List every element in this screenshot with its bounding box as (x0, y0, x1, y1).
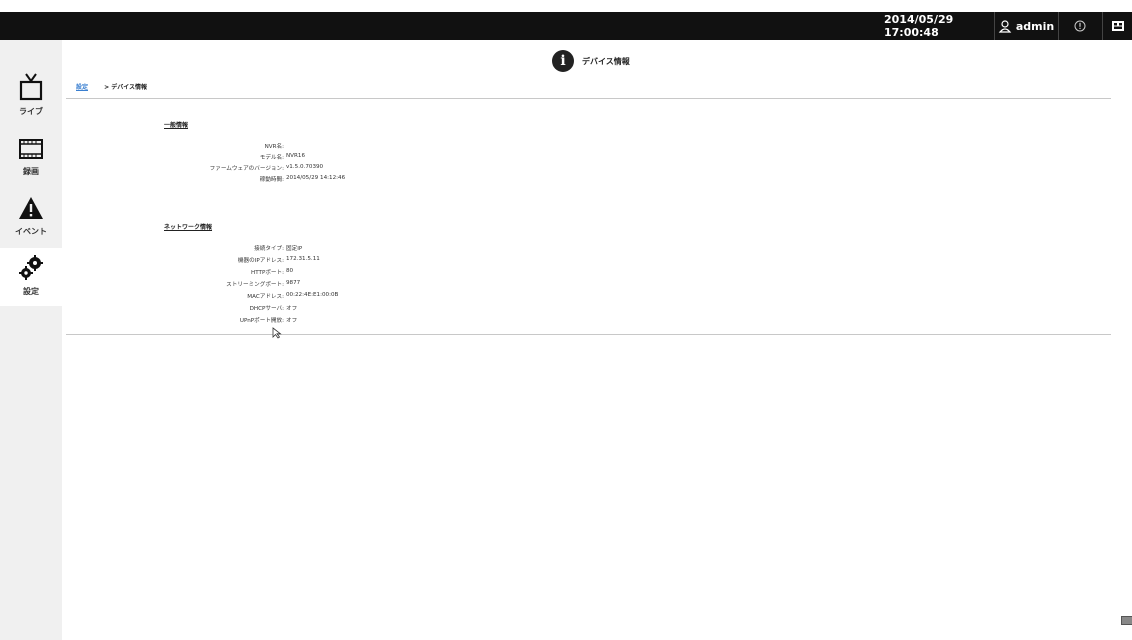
info-value: 00:22:4E:E1:00:0B (286, 292, 339, 298)
warning-icon (19, 197, 43, 219)
info-key: 稼動時間: (259, 177, 284, 183)
info-key: DHCPサーバ: (249, 306, 284, 312)
sidebar-item-label: ライブ (19, 107, 43, 116)
info-row: モデル名: NVR16 (120, 153, 305, 163)
info-key: ファームウェアのバージョン: (209, 166, 284, 172)
gears-icon (19, 255, 43, 280)
sidebar-item-label: イベント (15, 227, 47, 236)
sidebar-item-live[interactable]: ライブ (0, 68, 62, 126)
info-key: モデル名: (259, 155, 284, 161)
info-value: 固定IP (286, 246, 303, 252)
sidebar-item-label: 録画 (23, 167, 39, 176)
info-row: HTTPポート: 80 (120, 268, 293, 278)
info-value: 2014/05/29 14:12:46 (286, 175, 346, 181)
sidebar-item-label: 設定 (23, 287, 39, 296)
top-bar: 2014/05/29 17:00:48 admin (0, 12, 1132, 40)
info-key: HTTPポート: (251, 270, 284, 276)
user-icon (998, 20, 1012, 33)
breadcrumb-link-settings[interactable]: 設定 (76, 84, 88, 91)
top-margin (0, 0, 1132, 12)
info-row: UPnPポート開放: オフ (120, 316, 297, 326)
sidebar-item-event[interactable]: イベント (0, 188, 62, 246)
info-row: MACアドレス: 00:22:4E:E1:00:0B (120, 292, 338, 302)
info-value: オフ (286, 306, 298, 312)
info-row: 稼動時間: 2014/05/29 14:12:46 (120, 175, 345, 185)
info-value: 172.31.5.11 (286, 256, 320, 262)
info-key: MACアドレス: (247, 294, 284, 300)
alert-button[interactable] (1060, 12, 1100, 40)
info-row: 接続タイプ: 固定IP (120, 244, 302, 254)
mouse-cursor-icon (272, 327, 282, 339)
layout-button[interactable] (1104, 12, 1132, 40)
info-value: 80 (286, 268, 294, 274)
info-row: DHCPサーバ: オフ (120, 304, 298, 314)
divider (1102, 12, 1103, 40)
page-title-text: デバイス情報 (582, 56, 630, 66)
info-key: 機器のIPアドレス: (237, 258, 284, 264)
info-row: NVR名: (120, 142, 286, 152)
divider (1058, 12, 1059, 40)
sidebar: ライブ 録画 イベント 設定 (0, 40, 62, 640)
info-row: ストリーミングポート: 9877 (120, 280, 300, 290)
info-key: ストリーミングポート: (226, 282, 284, 288)
info-value: オフ (286, 318, 298, 324)
film-icon (19, 139, 43, 159)
layout-icon (1112, 21, 1124, 31)
datetime-display: 2014/05/29 17:00:48 (884, 13, 954, 39)
section-title-general: 一般情報 (164, 122, 189, 129)
info-value: v1.5.0.70390 (286, 164, 324, 170)
info-value: NVR16 (286, 153, 306, 159)
section-title-network: ネットワーク情報 (164, 224, 213, 231)
divider (66, 98, 1111, 99)
info-icon: i (552, 50, 574, 72)
info-key: 接続タイプ: (254, 246, 284, 252)
info-key: NVR名: (264, 144, 284, 150)
sidebar-item-recording[interactable]: 録画 (0, 128, 62, 186)
tv-icon (19, 73, 43, 101)
divider (994, 12, 995, 40)
sidebar-item-settings[interactable]: 設定 (0, 248, 62, 306)
keyboard-icon[interactable] (1121, 616, 1132, 625)
alert-circle-icon (1074, 20, 1086, 32)
divider (66, 334, 1111, 335)
breadcrumb: 設定 > デバイス情報 (76, 82, 147, 91)
breadcrumb-current: > デバイス情報 (104, 84, 148, 91)
user-menu[interactable]: admin (996, 12, 1056, 40)
username: admin (1015, 19, 1055, 33)
page-title: i デバイス情報 (552, 47, 630, 75)
info-row: ファームウェアのバージョン: v1.5.0.70390 (120, 164, 323, 174)
info-value: 9877 (286, 280, 301, 286)
info-key: UPnPポート開放: (239, 318, 284, 324)
info-row: 機器のIPアドレス: 172.31.5.11 (120, 256, 320, 266)
